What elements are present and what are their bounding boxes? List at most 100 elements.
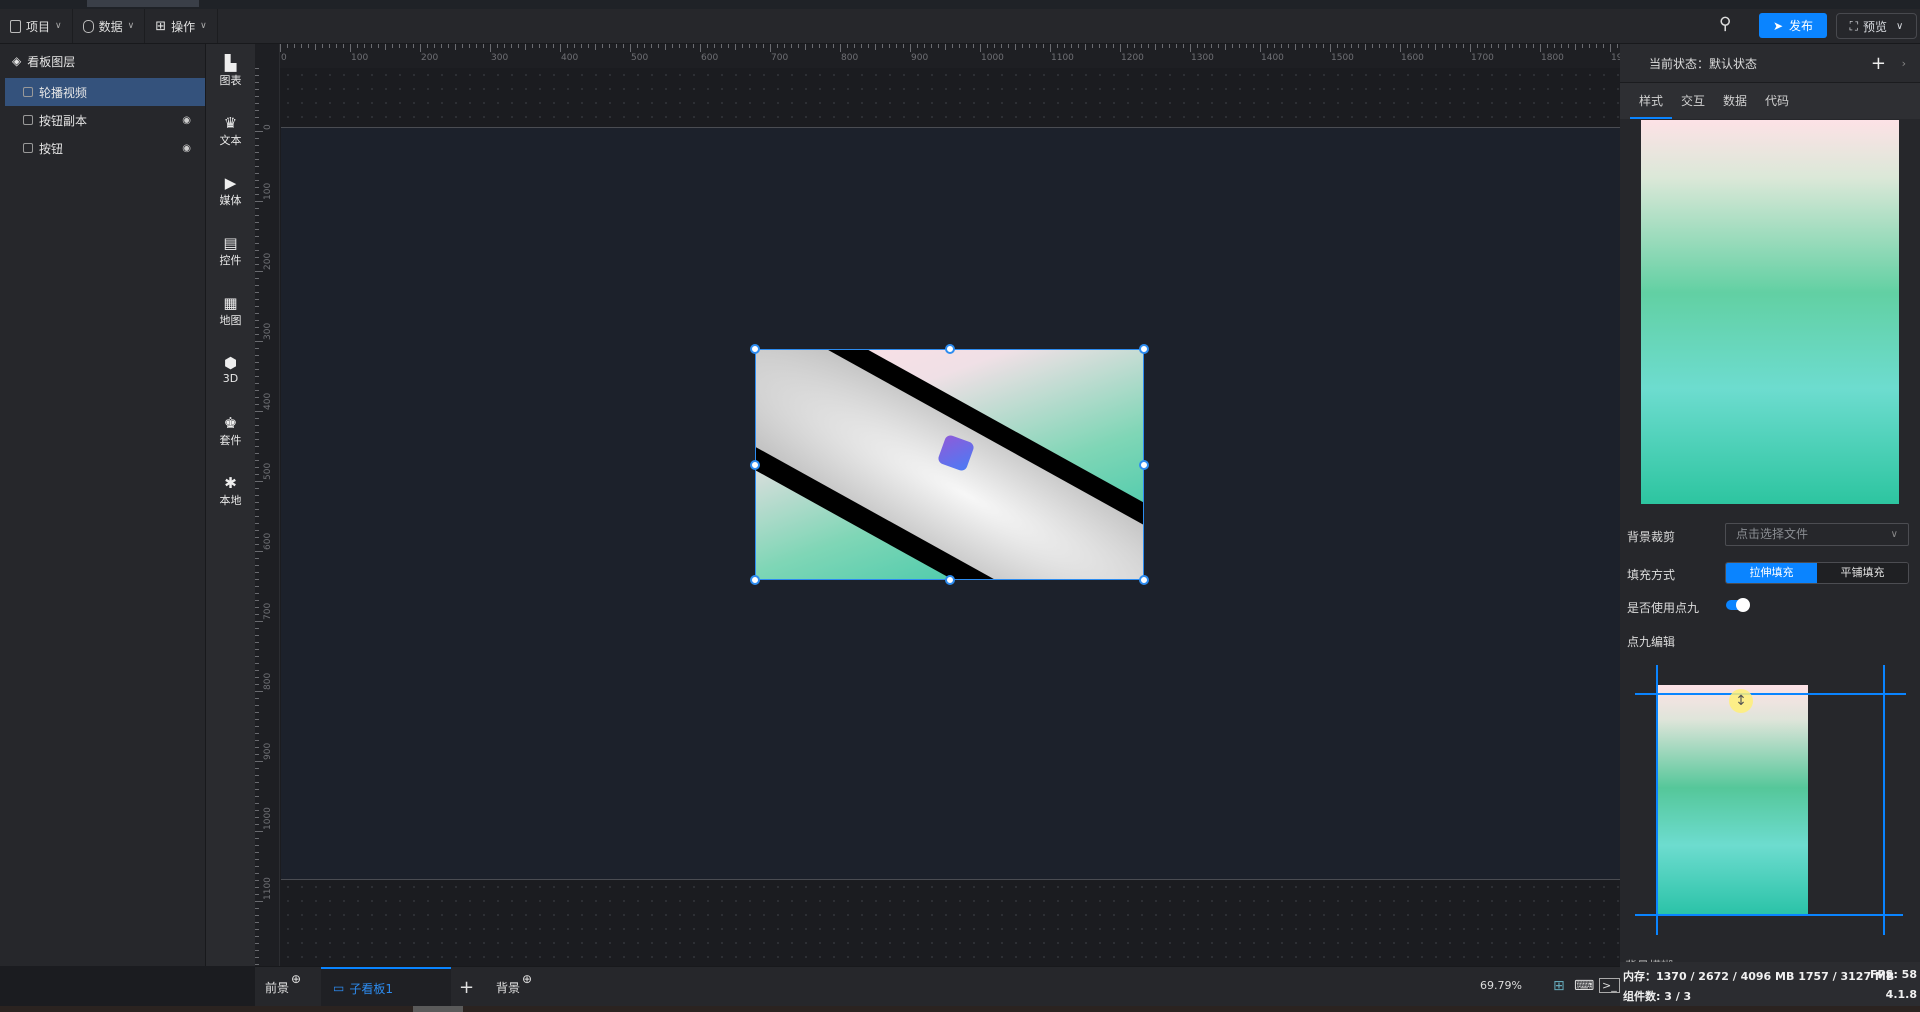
tab-label: 背景 [496,980,521,995]
ruler-tick [255,733,259,734]
eye-hidden-icon[interactable]: ◉ [182,115,191,126]
resize-handle-s[interactable] [945,575,955,585]
add-circle-icon[interactable]: ⊕ [522,972,532,986]
layer-item[interactable]: 轮播视频 [5,78,205,106]
tab-code[interactable]: 代码 [1756,83,1798,119]
tab-subboard[interactable]: ▭ 子看板1 [321,967,451,1007]
bg-crop-file-select[interactable]: 点击选择文件 ∨ [1725,523,1909,546]
horizontal-ruler[interactable]: 0 100 200 300 400 500 600 700 800 900 1000 1100 1200… [280,44,1620,68]
layer-panel: ◈ 看板图层 轮播视频 按钮副本 ◉ 按钮 ◉ [0,44,206,966]
search-icon[interactable]: ⚲ [1719,14,1731,34]
tab-foreground[interactable]: 前景 ⊕ [265,967,301,1007]
resize-handle-w[interactable] [750,460,760,470]
resize-handle-se[interactable] [1139,575,1149,585]
horizontal-scrollbar[interactable] [0,1006,1920,1012]
chevron-right-icon[interactable]: › [1902,57,1906,70]
ruler-tick [255,229,259,230]
ruler-tick [255,810,259,811]
ruler-tick [255,712,259,713]
ruler-label: 900 [911,53,929,63]
tab-style[interactable]: 样式 [1630,83,1673,119]
tab-background[interactable]: 背景 ⊕ [486,967,532,1007]
window-tab-strip [0,0,1920,9]
ruler-tick [1036,44,1037,48]
ruler-tick [255,516,259,517]
keyboard-icon[interactable]: ⌨ [1574,978,1594,994]
tool-control[interactable]: ▤ 控件 [206,234,255,268]
layer-item[interactable]: 按钮 ◉ [5,134,205,162]
ninepatch-toggle[interactable] [1726,598,1750,612]
bg-crop-label: 背景裁剪 [1627,530,1676,544]
resize-handle-nw[interactable] [750,344,760,354]
ninepatch-guide-bottom[interactable] [1635,914,1903,916]
tab-data[interactable]: 数据 [1714,83,1756,119]
ruler-tick [1330,44,1331,52]
fill-stretch-option[interactable]: 拉伸填充 [1726,563,1817,583]
scrollbar-thumb[interactable] [413,1006,463,1012]
tool-3d[interactable]: ⬢ 3D [206,354,255,385]
ruler-tick [255,859,259,860]
ruler-tick [255,460,259,461]
tool-label: 图表 [219,74,242,87]
eye-hidden-icon[interactable]: ◉ [182,143,191,154]
menu-data[interactable]: 数据 ∨ [73,9,146,43]
terminal-icon[interactable]: >_ [1599,978,1620,993]
ruler-tick [255,82,259,83]
menu-bar: 项目 ∨ 数据 ∨ ⊞ 操作 ∨ [0,9,1920,44]
ruler-tick [504,44,505,48]
ruler-tick [255,922,259,923]
chevron-down-icon[interactable]: ∨ [1896,21,1903,32]
ruler-tick [255,334,259,335]
ninepatch-editor[interactable]: ↕ [1635,665,1906,935]
ruler-tick [255,621,263,622]
add-circle-icon[interactable]: ⊕ [291,972,301,986]
ruler-tick [1554,44,1555,48]
send-icon: ➤ [1772,18,1784,33]
resize-handle-sw[interactable] [750,575,760,585]
resize-handle-ne[interactable] [1139,344,1149,354]
fill-tile-option[interactable]: 平铺填充 [1817,563,1908,583]
ruler-tick [1260,44,1261,52]
publish-button[interactable]: ➤ 发布 [1759,13,1827,38]
ruler-label: 700 [263,602,273,620]
ruler-tick [1288,44,1289,48]
ruler-tick [679,44,680,48]
ruler-label: 800 [841,53,859,63]
ruler-tick [255,453,259,454]
preview-button[interactable]: ⛶ 预览 ∨ [1836,13,1917,39]
map-icon: ▦ [223,294,238,312]
ruler-label: 500 [263,462,273,480]
ninepatch-guide-right[interactable] [1883,665,1885,935]
ruler-tick [255,684,259,685]
ninepatch-guide-top[interactable] [1635,693,1906,695]
menu-label: 数据 [98,19,123,34]
tool-kit[interactable]: ♚ 套件 [206,414,255,448]
add-state-icon[interactable]: + [1871,53,1886,74]
ruler-tick [255,614,259,615]
ruler-label: 1100 [263,877,273,900]
tab-interaction[interactable]: 交互 [1672,83,1714,119]
layer-panel-title: 看板图层 [27,54,76,69]
carousel-video-element[interactable] [750,344,1149,585]
ruler-tick [255,656,259,657]
fit-screen-icon[interactable]: ⊞ [1553,978,1565,994]
ninepatch-guide-left[interactable] [1656,665,1658,935]
resize-handle-e[interactable] [1139,460,1149,470]
tool-map[interactable]: ▦ 地图 [206,294,255,328]
ruler-tick [1491,44,1492,48]
resize-handle-n[interactable] [945,344,955,354]
zoom-level: 69.79% [1480,979,1522,992]
menu-project[interactable]: 项目 ∨ [0,9,73,43]
vertical-ruler[interactable]: 0 100 200 300 400 500 600 700 800 900 1000 1100 [255,44,280,966]
window-tab[interactable] [87,0,199,7]
layer-item[interactable]: 按钮副本 ◉ [5,106,205,134]
menu-operation[interactable]: ⊞ 操作 ∨ [145,9,218,43]
tool-local[interactable]: ✱ 本地 [206,474,255,508]
ruler-tick [812,44,813,48]
ruler-tick [483,44,484,48]
add-board-button[interactable]: + [451,967,482,1007]
ruler-tick [665,44,666,50]
tool-text[interactable]: ♛ 文本 [206,114,255,148]
tool-media[interactable]: ▶ 媒体 [206,174,255,208]
tool-chart[interactable]: ▙ 图表 [206,54,255,88]
